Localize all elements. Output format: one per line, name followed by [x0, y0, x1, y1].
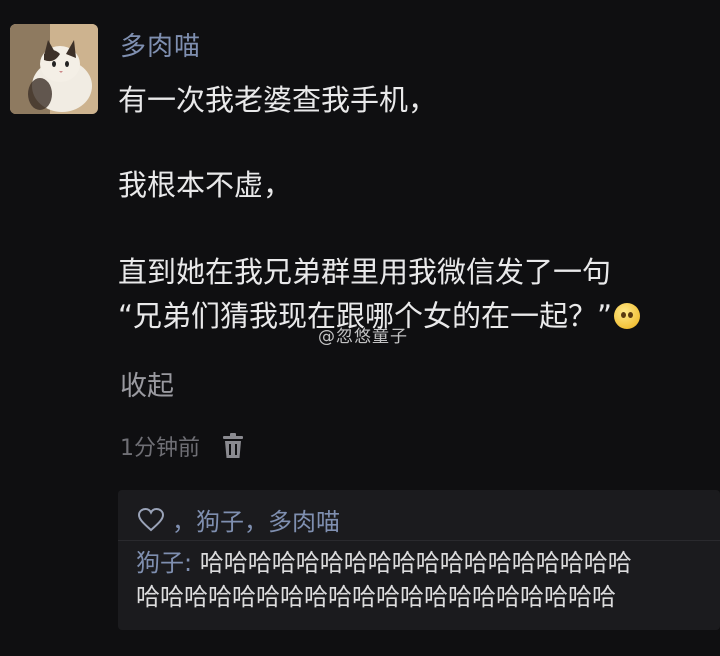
reply-author[interactable]: 狗子 [136, 549, 184, 577]
divider [118, 540, 720, 541]
heart-icon[interactable] [138, 507, 164, 532]
reply-text-1: 哈哈哈哈哈哈哈哈哈哈哈哈哈哈哈哈哈哈 [199, 549, 632, 577]
comment-meta: 1分钟前 [120, 430, 244, 462]
watermark: @忽悠童子 [318, 327, 408, 347]
collapse-button[interactable]: 收起 [120, 364, 174, 403]
likes-row: ，狗子，多肉喵 [138, 502, 340, 537]
cat-avatar-icon [10, 24, 98, 114]
timestamp: 1分钟前 [120, 436, 200, 461]
reply: 狗子: 哈哈哈哈哈哈哈哈哈哈哈哈哈哈哈哈哈哈 哈哈哈哈哈哈哈哈哈哈哈哈哈哈哈哈哈… [136, 546, 720, 614]
reply-line-1: 狗子: 哈哈哈哈哈哈哈哈哈哈哈哈哈哈哈哈哈哈 [136, 546, 720, 580]
reply-separator: : [184, 549, 200, 577]
comment-line-2: 我根本不虚， [118, 168, 293, 202]
comment-line-4-wrap: “兄弟们猜我现在跟哪个女的在一起？” [118, 294, 718, 338]
reply-line-2: 哈哈哈哈哈哈哈哈哈哈哈哈哈哈哈哈哈哈哈哈 [136, 583, 616, 611]
comment-text: 有一次我老婆查我手机， 我根本不虚， 直到她在我兄弟群里用我微信发了一句 “兄弟… [118, 78, 718, 338]
avatar[interactable] [10, 24, 98, 114]
comment-line-1: 有一次我老婆查我手机， [118, 83, 438, 117]
comment-author[interactable]: 多肉喵 [120, 26, 201, 63]
comment-screen: 多肉喵 有一次我老婆查我手机， 我根本不虚， 直到她在我兄弟群里用我微信发了一句… [0, 0, 720, 656]
delete-button[interactable] [222, 433, 244, 459]
interaction-panel: ，狗子，多肉喵 狗子: 哈哈哈哈哈哈哈哈哈哈哈哈哈哈哈哈哈哈 哈哈哈哈哈哈哈哈哈… [118, 490, 720, 630]
likes-names[interactable]: ，狗子，多肉喵 [172, 502, 340, 537]
trash-icon [223, 433, 243, 458]
smiling-emoji-icon [614, 303, 641, 329]
comment-line-3: 直到她在我兄弟群里用我微信发了一句 [118, 255, 612, 289]
